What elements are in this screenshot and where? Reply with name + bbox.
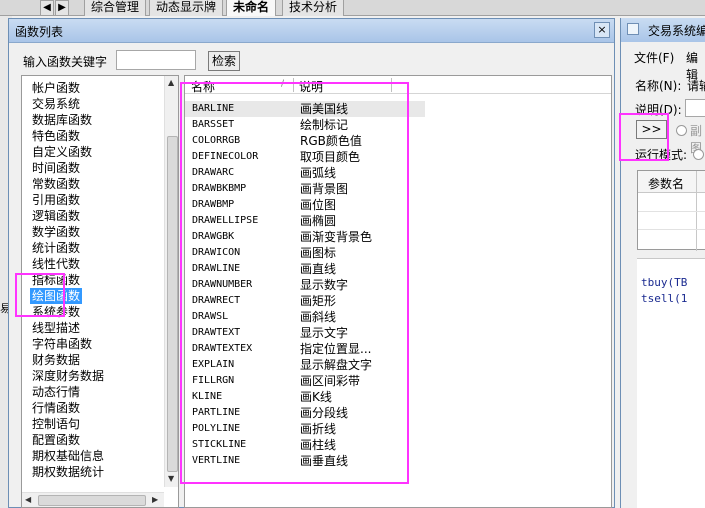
category-item[interactable]: 期权数据统计 xyxy=(30,464,106,480)
chevron-right-icon[interactable]: ▶ xyxy=(55,0,69,16)
scroll-right-icon[interactable]: ▶ xyxy=(152,495,158,504)
chevron-left-icon[interactable]: ◀ xyxy=(40,0,54,16)
param-name-header: 参数名 xyxy=(648,177,685,191)
category-vertical-scrollbar[interactable]: ▲ ▼ xyxy=(164,76,178,487)
code-line: tbuy(TB xyxy=(641,276,688,289)
background-tab-bar: ◀ ▶ 综合管理 动态显示牌 未命名 技术分析 xyxy=(0,0,705,16)
trading-system-window: 交易系统编 文件(F) 编辑 名称(N): 请输 说明(D): >> 副图 运行… xyxy=(620,18,705,508)
tab-jishu[interactable]: 技术分析 xyxy=(282,0,345,16)
window-app-icon xyxy=(627,23,639,35)
dialog-title-bar[interactable]: 函数列表 × xyxy=(9,19,614,43)
name-value[interactable]: 请输 xyxy=(687,77,705,94)
category-item[interactable]: 统计函数 xyxy=(30,240,82,256)
category-item[interactable]: 行情函数 xyxy=(30,400,82,416)
desc-field[interactable] xyxy=(685,99,705,117)
parameter-grid[interactable]: 参数名 xyxy=(637,170,705,251)
category-horizontal-scrollbar[interactable]: ◀ ▶ xyxy=(22,492,164,507)
search-label: 输入函数关键字 xyxy=(23,55,108,69)
category-item[interactable]: 字符串函数 xyxy=(30,336,94,352)
grid-row-line xyxy=(638,211,705,212)
category-item[interactable]: 线性代数 xyxy=(30,256,82,272)
category-item[interactable]: 数据库函数 xyxy=(30,112,94,128)
category-item[interactable]: 自定义函数 xyxy=(30,144,94,160)
category-item[interactable]: 逻辑函数 xyxy=(30,208,82,224)
highlight-box-function-table xyxy=(180,82,409,484)
parameter-grid-header: 参数名 xyxy=(638,171,705,193)
scroll-down-icon[interactable]: ▼ xyxy=(168,474,174,483)
menu-file[interactable]: 文件(F) xyxy=(634,49,674,66)
grid-row-line xyxy=(638,229,705,230)
category-item[interactable]: 配置函数 xyxy=(30,432,82,448)
close-icon[interactable]: × xyxy=(594,22,610,38)
code-editor[interactable]: tbuy(TB tsell(1 xyxy=(637,258,705,508)
run-mode-radio[interactable] xyxy=(693,149,704,160)
category-item[interactable]: 引用函数 xyxy=(30,192,82,208)
category-item[interactable]: 时间函数 xyxy=(30,160,82,176)
category-item[interactable]: 财务数据 xyxy=(30,352,82,368)
name-label: 名称(N): xyxy=(635,79,682,93)
category-item[interactable]: 帐户函数 xyxy=(30,80,82,96)
tab-dongtai[interactable]: 动态显示牌 xyxy=(149,0,224,16)
system-menu-bar: 文件(F) 编辑 xyxy=(621,48,705,82)
category-item[interactable]: 数学函数 xyxy=(30,224,82,240)
scrollbar-thumb[interactable] xyxy=(38,495,146,506)
system-window-title: 交易系统编 xyxy=(648,24,705,38)
scrollbar-thumb[interactable] xyxy=(167,136,178,472)
category-item[interactable]: 线型描述 xyxy=(30,320,82,336)
category-item[interactable]: 特色函数 xyxy=(30,128,82,144)
highlight-box-arrow-button xyxy=(619,113,669,161)
category-item[interactable]: 期权基础信息 xyxy=(30,448,106,464)
subchart-radio[interactable] xyxy=(676,125,687,136)
scroll-left-icon[interactable]: ◀ xyxy=(25,495,31,504)
category-item[interactable]: 常数函数 xyxy=(30,176,82,192)
search-button[interactable]: 检索 xyxy=(208,51,240,71)
tab-weiming[interactable]: 未命名 xyxy=(226,0,277,16)
category-item[interactable]: 交易系统 xyxy=(30,96,82,112)
scroll-up-icon[interactable]: ▲ xyxy=(168,78,174,87)
dialog-title: 函数列表 xyxy=(15,25,64,39)
category-item[interactable]: 控制语句 xyxy=(30,416,82,432)
tab-zonghe[interactable]: 综合管理 xyxy=(84,0,147,16)
code-line: tsell(1 xyxy=(641,292,688,305)
system-window-title-bar[interactable]: 交易系统编 xyxy=(621,18,705,42)
search-input[interactable] xyxy=(116,50,196,70)
category-item[interactable]: 深度财务数据 xyxy=(30,368,106,384)
highlight-box-drawing-category xyxy=(15,273,65,317)
category-item[interactable]: 动态行情 xyxy=(30,384,82,400)
